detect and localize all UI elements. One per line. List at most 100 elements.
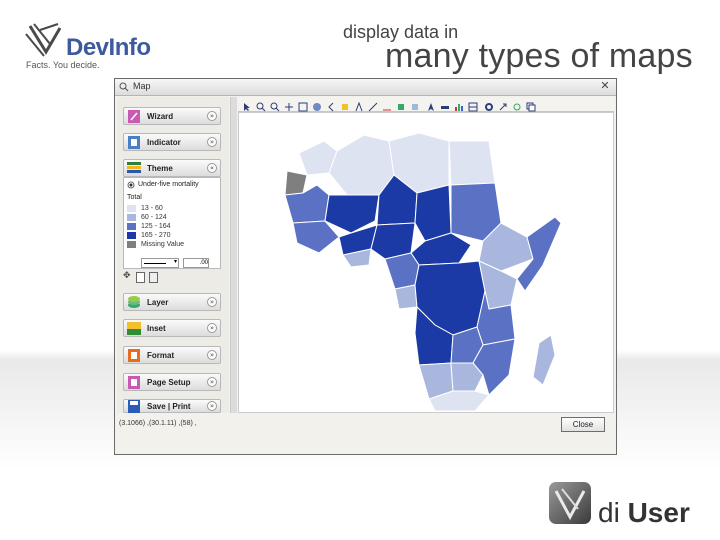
region-west-coast[interactable]	[292, 220, 340, 254]
legend-label: 60 - 124	[141, 214, 167, 221]
close-button[interactable]: Close	[561, 417, 605, 432]
layer-label: Layer	[147, 298, 169, 307]
legend-swatch	[127, 205, 136, 212]
pan-icon[interactable]	[284, 99, 294, 111]
refresh-icon[interactable]	[512, 99, 522, 111]
chevron-down-icon[interactable]: »	[207, 377, 217, 387]
brand-name: DevInfo	[66, 34, 151, 61]
table-icon[interactable]	[468, 99, 478, 112]
status-bar-text: (3.1066) ,(30.1.11) ,(58) ,	[119, 420, 197, 427]
indicator-icon	[128, 136, 140, 149]
line-style-row[interactable]: ▾ .00	[127, 258, 217, 268]
save-print-button[interactable]: Save | Print »	[123, 399, 221, 413]
line-width-input[interactable]: .00	[183, 258, 209, 268]
di-user-icon	[549, 482, 591, 524]
select-tool-icon[interactable]	[242, 99, 252, 111]
page-setup-label: Page Setup	[147, 378, 191, 387]
settings-icon[interactable]	[484, 99, 494, 111]
radio-icon[interactable]	[127, 181, 135, 189]
di-prefix: di	[598, 497, 620, 528]
indicator-button[interactable]: Indicator »	[123, 133, 221, 151]
draw-icon[interactable]	[368, 99, 378, 112]
devinfo-logo-mark-icon	[25, 23, 62, 57]
region-chad[interactable]	[414, 184, 452, 242]
region-cameroon[interactable]	[384, 252, 420, 290]
scale-icon[interactable]	[440, 99, 450, 109]
window-close-icon[interactable]: ✕	[598, 80, 612, 93]
label-icon[interactable]	[354, 99, 364, 112]
chevron-down-icon[interactable]: »	[207, 350, 217, 360]
africa-choropleth-map[interactable]	[239, 113, 613, 412]
region-algeria[interactable]	[328, 134, 395, 196]
transparency-icon[interactable]	[410, 99, 420, 110]
inset-icon	[127, 322, 141, 335]
region-car[interactable]	[410, 232, 472, 266]
north-arrow-icon[interactable]	[426, 99, 436, 111]
export-icon[interactable]	[498, 99, 508, 111]
legend-swatch	[127, 241, 136, 248]
layer-icon	[128, 296, 140, 308]
legend-label: Missing Value	[141, 241, 185, 248]
legend-swatch	[127, 214, 136, 221]
zoom-extent-icon[interactable]	[298, 99, 308, 112]
map-canvas[interactable]	[238, 112, 614, 413]
dropdown-arrow-icon: ▾	[173, 258, 177, 265]
theme-button[interactable]: Theme «	[123, 159, 221, 177]
chevron-down-icon[interactable]: »	[207, 401, 217, 411]
indicator-label: Indicator	[147, 138, 181, 147]
identify-icon[interactable]	[340, 99, 350, 110]
delete-icon[interactable]	[149, 272, 158, 283]
di-user-word: User	[627, 497, 690, 528]
save-print-label: Save | Print	[147, 402, 191, 411]
theme-icon	[127, 162, 141, 173]
region-gabon[interactable]	[394, 284, 418, 310]
page-setup-button[interactable]: Page Setup »	[123, 373, 221, 391]
legend-label: 165 - 270	[141, 232, 171, 239]
legend-label: 125 - 164	[141, 223, 171, 230]
format-icon	[128, 349, 140, 362]
chart-icon[interactable]	[454, 99, 464, 111]
map-window: Map ✕ Wizard » Indicator » Theme « Under…	[114, 78, 617, 455]
chevron-down-icon[interactable]: »	[207, 111, 217, 121]
save-icon	[128, 400, 140, 413]
wizard-icon	[128, 110, 140, 123]
left-panel-scrollbar[interactable]	[230, 97, 237, 413]
devinfo-logo: DevInfo Facts. You decide.	[24, 18, 184, 74]
full-extent-icon[interactable]	[312, 99, 322, 111]
legend-label: 13 - 60	[141, 205, 163, 212]
region-madagascar[interactable]	[532, 334, 556, 386]
left-panel: Wizard » Indicator » Theme « Under-five …	[117, 97, 229, 413]
legend-tools: ✥	[123, 271, 221, 285]
theme-label: Theme	[147, 164, 173, 173]
chevron-down-icon[interactable]: »	[207, 323, 217, 333]
inset-button[interactable]: Inset »	[123, 319, 221, 337]
window-titlebar[interactable]: Map ✕	[115, 79, 616, 96]
region-western-sahara[interactable]	[284, 170, 308, 196]
page-icon[interactable]	[136, 272, 145, 283]
page-setup-icon	[128, 376, 140, 389]
theme-legend: Under-five mortality Total 13 - 60 60 - …	[123, 177, 221, 269]
wizard-button[interactable]: Wizard »	[123, 107, 221, 125]
line-sample	[144, 263, 166, 264]
line-style-select[interactable]: ▾	[141, 258, 179, 268]
map-window-icon	[119, 82, 129, 92]
layer-button[interactable]: Layer »	[123, 293, 221, 311]
chevron-up-icon[interactable]: «	[207, 163, 217, 173]
wizard-label: Wizard	[147, 112, 174, 121]
zoom-in-icon[interactable]	[256, 99, 266, 112]
legend-subgroup: Total	[127, 194, 142, 201]
header-title: many types of maps	[385, 37, 693, 75]
format-button[interactable]: Format »	[123, 346, 221, 364]
chevron-down-icon[interactable]: »	[207, 297, 217, 307]
copy-icon[interactable]	[526, 99, 536, 112]
di-user-label: di User	[598, 497, 690, 529]
chevron-down-icon[interactable]: »	[207, 137, 217, 147]
pointer-icon[interactable]: ✥	[123, 271, 131, 281]
region-egypt[interactable]	[448, 140, 496, 186]
zoom-out-icon[interactable]	[270, 99, 280, 112]
previous-extent-icon[interactable]	[326, 99, 336, 112]
measure-icon[interactable]	[382, 99, 392, 111]
fill-icon[interactable]	[396, 99, 406, 110]
window-title: Map	[133, 81, 151, 91]
format-label: Format	[147, 351, 175, 360]
